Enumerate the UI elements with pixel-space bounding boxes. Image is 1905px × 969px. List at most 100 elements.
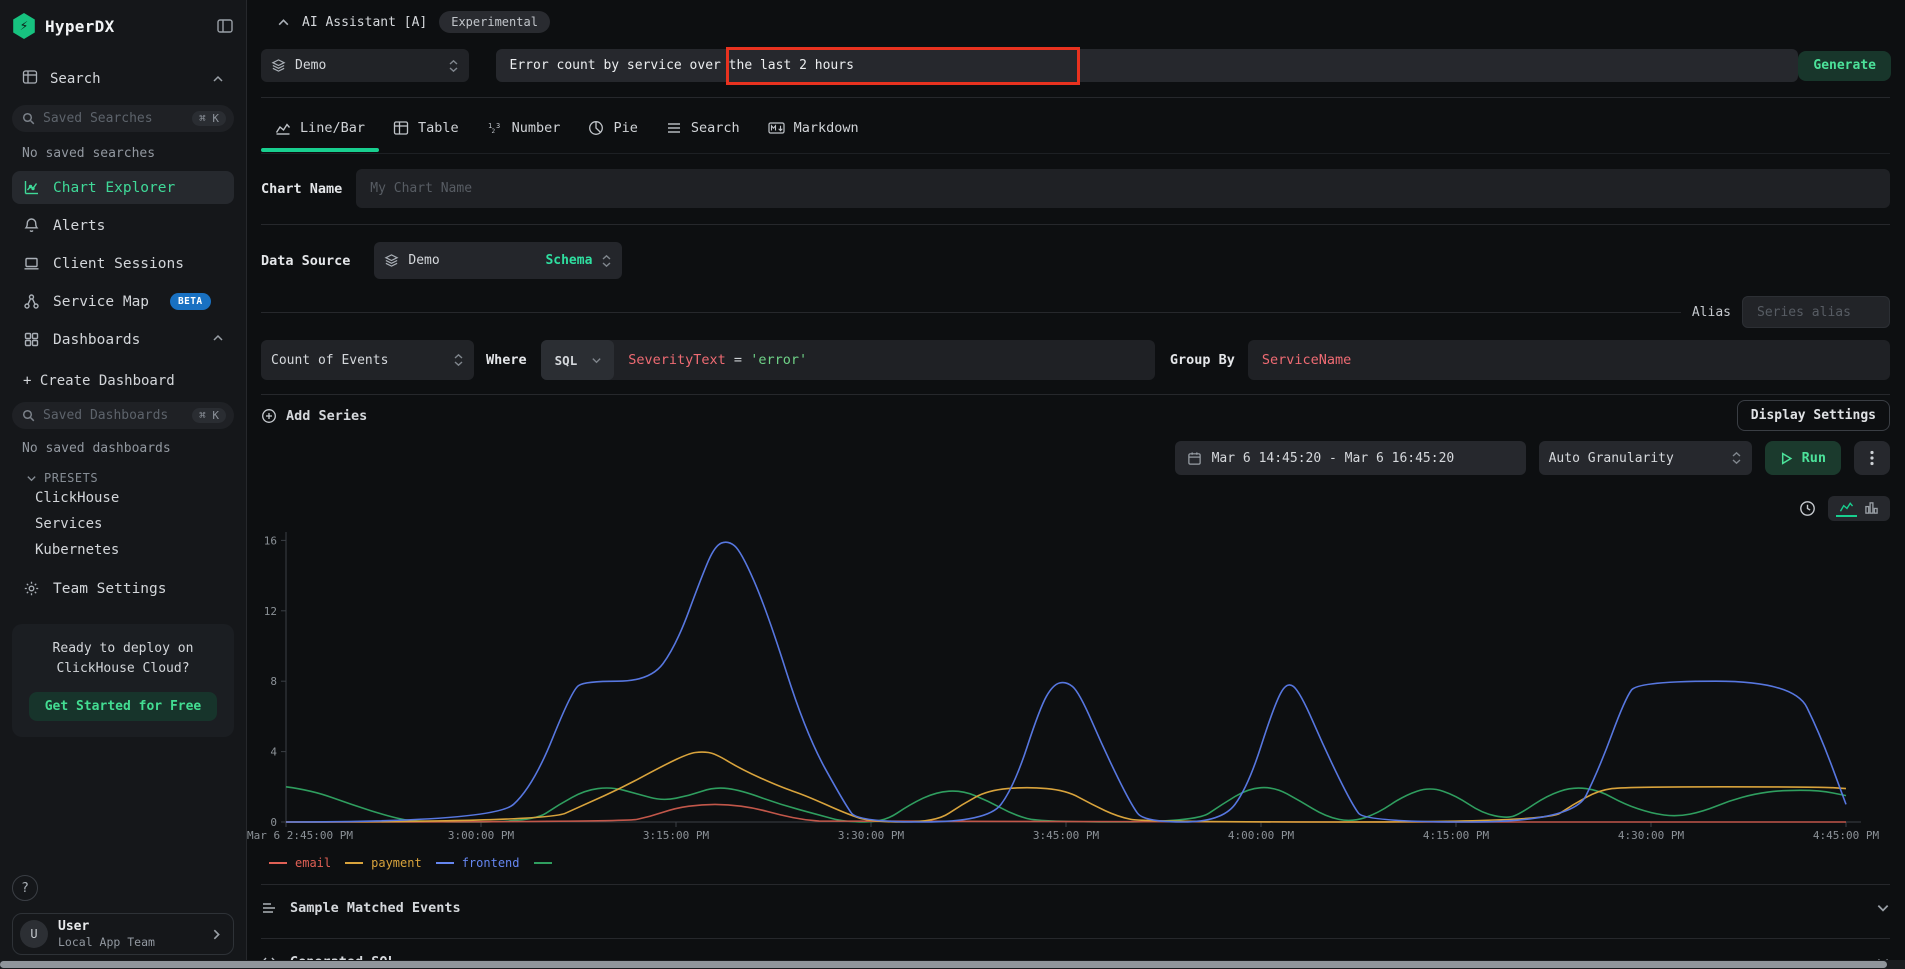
sidebar-item-chart-explorer[interactable]: Chart Explorer — [12, 171, 234, 204]
legend-item[interactable]: email — [269, 856, 331, 870]
chevron-updown-icon — [1731, 451, 1742, 465]
sidebar-item-team-settings[interactable]: Team Settings — [12, 572, 234, 605]
tab-table[interactable]: Table — [379, 112, 473, 150]
chevron-down-icon — [1876, 901, 1890, 915]
chart-explorer-label: Chart Explorer — [53, 180, 175, 196]
alias-input[interactable]: Series alias — [1742, 296, 1890, 328]
legend-dash — [534, 862, 552, 864]
svg-text:Mar 6 2:45:00 PM: Mar 6 2:45:00 PM — [247, 829, 353, 842]
sidebar-item-alerts[interactable]: Alerts — [12, 209, 234, 242]
tab-markdown[interactable]: Markdown — [754, 112, 873, 150]
generate-button[interactable]: Generate — [1798, 51, 1891, 81]
no-saved-dashboards-text: No saved dashboards — [12, 441, 234, 456]
list-details-icon — [261, 900, 277, 916]
legend-label: frontend — [462, 856, 520, 870]
add-series-label: Add Series — [286, 408, 367, 424]
plus-circle-icon — [261, 408, 277, 424]
schema-link[interactable]: Schema — [545, 253, 592, 268]
ai-prompt-text: Error count by service over the last 2 h… — [510, 58, 854, 73]
user-team: Local App Team — [58, 935, 155, 949]
line-view-toggle[interactable] — [1836, 500, 1857, 517]
timeseries-chart[interactable]: 0481216Mar 6 2:45:00 PM3:00:00 PM3:15:00… — [247, 528, 1897, 850]
saved-dashboards-input[interactable]: Saved Dashboards ⌘ K — [12, 402, 234, 429]
tab-label: Number — [512, 120, 561, 136]
user-menu[interactable]: U User Local App Team — [12, 913, 234, 955]
presets-header[interactable]: PRESETS — [12, 471, 234, 485]
scrollbar-thumb[interactable] — [0, 961, 1887, 968]
chevron-up-icon[interactable] — [212, 332, 224, 348]
sidebar-item-service-map[interactable]: Service Map BETA — [12, 285, 234, 318]
service-map-label: Service Map — [53, 294, 149, 310]
chart-name-input[interactable]: My Chart Name — [356, 169, 1890, 208]
add-series-button[interactable]: Add Series — [261, 408, 367, 424]
bell-icon — [23, 217, 40, 234]
sidebar-item-client-sessions[interactable]: Client Sessions — [12, 247, 234, 280]
bar-view-toggle[interactable] — [1861, 500, 1882, 516]
legend-item[interactable] — [534, 862, 552, 864]
play-icon — [1780, 452, 1793, 465]
search-section-icon — [22, 69, 38, 89]
app-title: HyperDX — [45, 17, 115, 36]
get-started-button[interactable]: Get Started for Free — [29, 692, 218, 721]
query-language-select[interactable]: SQL — [541, 340, 615, 380]
create-dashboard-button[interactable]: + Create Dashboard — [12, 368, 234, 394]
tab-search[interactable]: Search — [652, 112, 754, 150]
svg-text:2: 2 — [491, 128, 495, 135]
svg-text:12: 12 — [264, 605, 277, 618]
granularity-select[interactable]: Auto Granularity — [1539, 441, 1752, 475]
hyperdx-app: ⚡ HyperDX Search Saved Searches ⌘ K No s… — [0, 0, 1905, 969]
run-button[interactable]: Run — [1765, 441, 1841, 475]
ai-prompt-input[interactable]: Error count by service over the last 2 h… — [496, 49, 1799, 82]
where-input[interactable]: SeverityText = 'error' — [614, 352, 821, 368]
svg-text:8: 8 — [270, 675, 277, 688]
hierarchy-icon — [23, 293, 40, 310]
tab-pie[interactable]: Pie — [574, 112, 651, 150]
shortcut-badge: ⌘ K — [192, 408, 226, 423]
series-row: Count of Events Where SQL SeverityText =… — [261, 340, 1890, 380]
ai-assistant-title: AI Assistant [A] — [302, 15, 427, 30]
svg-text:3:00:00 PM: 3:00:00 PM — [448, 829, 515, 842]
clock-icon[interactable] — [1799, 500, 1816, 517]
legend-item[interactable]: frontend — [436, 856, 520, 870]
more-options-button[interactable] — [1854, 441, 1890, 475]
ai-assistant-header[interactable]: AI Assistant [A] Experimental — [277, 10, 550, 34]
legend-dash — [345, 862, 363, 864]
help-button[interactable]: ? — [12, 875, 38, 901]
group-by-input[interactable]: ServiceName — [1248, 340, 1890, 380]
user-name: User — [58, 919, 155, 935]
markdown-icon — [768, 120, 785, 136]
table-icon — [393, 120, 409, 136]
data-source-row: Data Source Demo Schema — [261, 242, 1890, 279]
layers-icon — [384, 253, 399, 268]
preset-clickhouse[interactable]: ClickHouse — [12, 485, 234, 511]
sidebar-item-search[interactable]: Search — [12, 66, 234, 92]
tab-line-bar[interactable]: Line/Bar — [261, 112, 379, 150]
language-value: SQL — [555, 353, 578, 368]
legend-item[interactable]: payment — [345, 856, 422, 870]
sample-matched-events-section[interactable]: Sample Matched Events — [261, 884, 1890, 930]
svg-text:4:30:00 PM: 4:30:00 PM — [1618, 829, 1685, 842]
collapse-chevron-icon[interactable] — [277, 16, 290, 29]
dashboards-label: Dashboards — [53, 332, 140, 348]
avatar: U — [20, 920, 48, 948]
presets-label: PRESETS — [44, 471, 98, 485]
time-range-picker[interactable]: Mar 6 14:45:20 - Mar 6 16:45:20 — [1175, 441, 1526, 475]
preset-services[interactable]: Services — [12, 511, 234, 537]
data-source-select[interactable]: Demo Schema — [374, 242, 622, 279]
layers-icon — [271, 58, 286, 73]
aggregation-select[interactable]: Count of Events — [261, 340, 474, 380]
tab-number[interactable]: 123 Number — [473, 112, 575, 150]
hyperdx-logo-icon: ⚡ — [12, 13, 36, 39]
preset-kubernetes[interactable]: Kubernetes — [12, 537, 234, 563]
sidebar-collapse-icon[interactable] — [216, 17, 234, 35]
horizontal-scrollbar[interactable] — [0, 960, 1905, 969]
alias-label: Alias — [1692, 305, 1731, 320]
where-input-group: SQL SeverityText = 'error' — [541, 340, 1155, 380]
chevron-up-icon[interactable] — [212, 73, 224, 85]
saved-searches-input[interactable]: Saved Searches ⌘ K — [12, 105, 234, 132]
ai-source-select[interactable]: Demo — [261, 49, 469, 82]
sidebar-item-dashboards[interactable]: Dashboards — [12, 323, 234, 356]
sample-events-title: Sample Matched Events — [290, 900, 461, 916]
grid-icon — [23, 331, 40, 348]
display-settings-button[interactable]: Display Settings — [1737, 400, 1890, 431]
